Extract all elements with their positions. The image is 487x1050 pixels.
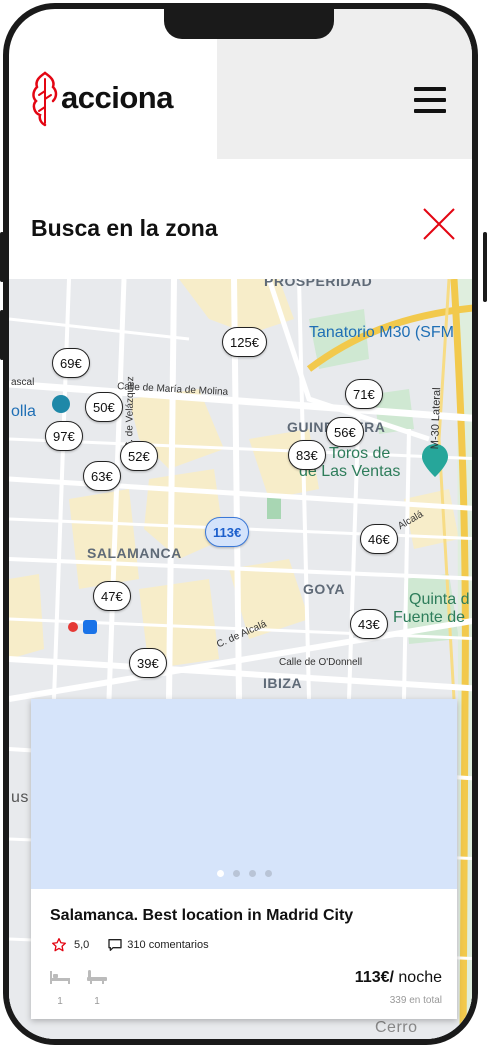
hamburger-menu-icon[interactable] bbox=[414, 87, 446, 113]
price-pin[interactable]: 71€ bbox=[345, 379, 383, 409]
acciona-logo[interactable]: acciona bbox=[29, 69, 173, 127]
price-pin[interactable]: 50€ bbox=[85, 392, 123, 422]
map-label-cerro: Cerro bbox=[375, 1019, 418, 1036]
acciona-leaf-icon bbox=[32, 71, 58, 127]
price-pin[interactable]: 97€ bbox=[45, 421, 83, 451]
listing-image-carousel[interactable] bbox=[31, 699, 457, 889]
price-pin[interactable]: 46€ bbox=[360, 524, 398, 554]
map-label-salamanca: SALAMANCA bbox=[87, 545, 182, 561]
listing-title: Salamanca. Best location in Madrid City bbox=[50, 907, 354, 924]
page-title: Busca en la zona bbox=[31, 215, 218, 241]
price-pin[interactable]: 43€ bbox=[350, 609, 388, 639]
beds-amenity: 1 bbox=[49, 969, 71, 1007]
map-label-goya: GOYA bbox=[303, 581, 345, 597]
price-unit: noche bbox=[393, 969, 442, 986]
map-label-ascal: ascal bbox=[11, 377, 35, 388]
listing-card[interactable]: Salamanca. Best location in Madrid City … bbox=[31, 699, 457, 1019]
baths-amenity: 1 bbox=[86, 969, 108, 1007]
map-label-odonnell: Calle de O'Donnell bbox=[279, 657, 363, 668]
map-label-us: us bbox=[11, 789, 29, 806]
power-button bbox=[483, 232, 487, 302]
phone-notch bbox=[164, 9, 334, 39]
price-pin-selected[interactable]: 113€ bbox=[205, 517, 250, 547]
listing-rating: 5,0 bbox=[74, 939, 90, 951]
carousel-dot[interactable] bbox=[264, 870, 272, 877]
phone-frame: acciona Busca en la zona PROSPERIDAD Tan… bbox=[3, 3, 478, 1045]
map-label-tanatorio: Tanatorio M30 (SFM bbox=[309, 324, 454, 341]
price-pin[interactable]: 63€ bbox=[83, 461, 121, 491]
search-title-bar: Busca en la zona bbox=[9, 159, 472, 279]
map-label-quinta-2: Fuente de bbox=[393, 609, 466, 626]
carousel-dot[interactable] bbox=[248, 870, 256, 877]
price-pin[interactable]: 39€ bbox=[129, 648, 167, 678]
price-per-night: 113€/ bbox=[354, 969, 394, 986]
map-label-olla: olla bbox=[11, 403, 36, 420]
comment-icon bbox=[108, 939, 122, 951]
price-total: 339 en total bbox=[389, 995, 442, 1006]
price-pin[interactable]: 52€ bbox=[120, 441, 158, 471]
bath-icon bbox=[87, 970, 107, 984]
listing-reviews[interactable]: 310 comentarios bbox=[127, 939, 208, 951]
price-pin[interactable]: 47€ bbox=[93, 581, 131, 611]
carousel-dot-active[interactable] bbox=[216, 870, 224, 877]
price-pin[interactable]: 83€ bbox=[288, 440, 326, 470]
carousel-dot[interactable] bbox=[232, 870, 240, 877]
baths-count: 1 bbox=[94, 996, 100, 1007]
logo-wordmark: acciona bbox=[61, 80, 173, 115]
price-pin[interactable]: 56€ bbox=[326, 417, 364, 447]
price-pin[interactable]: 125€ bbox=[222, 327, 267, 357]
map-label-prosperidad: PROSPERIDAD bbox=[264, 279, 373, 289]
bed-icon bbox=[50, 971, 70, 984]
price-pin[interactable]: 69€ bbox=[52, 348, 90, 378]
star-icon bbox=[52, 938, 66, 952]
listing-price: 113€/ noche 339 en total bbox=[355, 969, 442, 1006]
beds-count: 1 bbox=[57, 996, 63, 1007]
listing-meta: 5,0 310 comentarios bbox=[51, 937, 209, 953]
map-label-quinta-1: Quinta d bbox=[409, 591, 470, 608]
map-label-velazquez: C. de Velázquez bbox=[124, 376, 137, 450]
close-x-icon[interactable] bbox=[422, 207, 456, 241]
map-label-ibiza: IBIZA bbox=[263, 675, 303, 691]
map-label-m30: M-30 Lateral bbox=[429, 387, 444, 450]
carousel-dots bbox=[31, 870, 457, 877]
